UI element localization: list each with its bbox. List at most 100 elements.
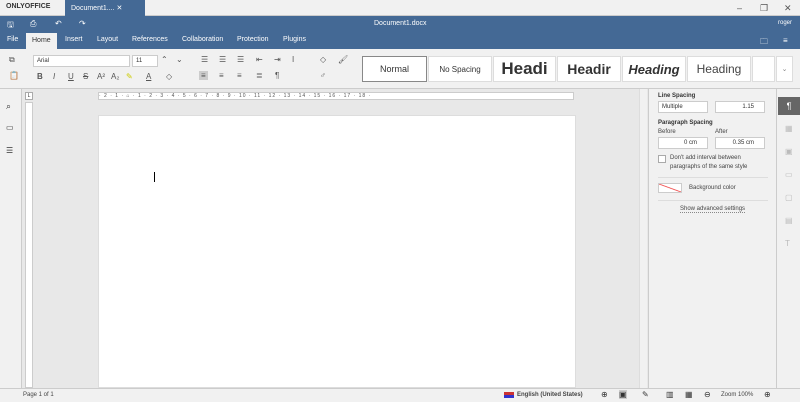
italic-icon[interactable]: I — [53, 72, 55, 81]
shape-settings-icon[interactable]: ▢ — [785, 193, 793, 202]
line-spacing-value[interactable]: 1.15 — [715, 101, 765, 113]
image-settings-icon[interactable]: ▣ — [785, 147, 793, 156]
font-name-select[interactable]: Arial — [33, 55, 130, 67]
minimize-icon[interactable]: – — [737, 3, 742, 13]
document-title: Document1.docx — [374, 20, 427, 27]
close-tab-icon[interactable]: ✕ — [117, 5, 123, 12]
tab-protection[interactable]: Protection — [237, 36, 269, 43]
advanced-settings-link[interactable]: Show advanced settings — [680, 206, 746, 213]
align-right-icon[interactable]: ≡ — [237, 71, 242, 80]
copy-icon[interactable]: ⧉ — [9, 55, 15, 65]
font-size-select[interactable]: 11 — [132, 55, 158, 67]
styles-expand-icon[interactable]: ⌄ — [776, 56, 793, 82]
tab-collaboration[interactable]: Collaboration — [182, 36, 223, 43]
zoom-in-icon[interactable]: ⊕ — [764, 390, 771, 399]
underline-icon[interactable]: U — [68, 72, 74, 81]
no-interval-label: Don't add interval between paragraphs of… — [670, 155, 748, 170]
table-settings-icon[interactable]: ▦ — [785, 124, 793, 133]
close-window-icon[interactable]: ✕ — [784, 3, 792, 14]
vertical-scrollbar[interactable] — [639, 89, 647, 388]
change-case-icon[interactable]: ♂ — [320, 71, 326, 80]
line-spacing-mode-select[interactable]: Multiple — [658, 101, 708, 113]
tab-file[interactable]: File — [7, 36, 18, 43]
tab-plugins[interactable]: Plugins — [283, 36, 306, 43]
header-footer-icon[interactable]: ▭ — [785, 170, 793, 179]
save-icon[interactable]: 🖫 — [7, 19, 14, 33]
tab-layout[interactable]: Layout — [97, 36, 118, 43]
highlight-icon[interactable]: ✎ — [126, 72, 133, 81]
menu-bar: File Home Insert Layout References Colla… — [0, 33, 800, 49]
subscript-icon[interactable]: A₂ — [111, 72, 119, 81]
title-bar: 🖫 ⎙ ↶ ↷ Document1.docx roger — [0, 16, 800, 33]
tab-references[interactable]: References — [132, 36, 168, 43]
document-tab[interactable]: Document1.... ✕ — [65, 0, 145, 16]
language-select[interactable]: English (United States) — [517, 392, 583, 398]
fit-width-icon[interactable]: ▦ — [685, 390, 693, 399]
numbering-icon[interactable]: ☰ — [219, 55, 226, 64]
bullets-icon[interactable]: ☰ — [201, 55, 208, 64]
strikethrough-icon[interactable]: S — [83, 72, 88, 81]
font-color-icon[interactable]: A — [146, 72, 151, 81]
tab-bar: ONLYOFFICE Document1.... ✕ – ❐ ✕ — [0, 0, 800, 16]
paragraph-settings-icon[interactable]: ¶ — [778, 97, 800, 115]
tab-home[interactable]: Home — [26, 33, 57, 49]
superscript-icon[interactable]: A² — [97, 72, 105, 81]
chart-settings-icon[interactable]: ▤ — [785, 216, 793, 225]
line-spacing-icon[interactable]: I — [292, 55, 294, 64]
justify-icon[interactable]: ≣ — [256, 71, 263, 80]
navigation-icon[interactable]: ☰ — [6, 146, 13, 155]
paragraph-marks-icon[interactable]: ¶ — [275, 71, 279, 80]
restore-icon[interactable]: ❐ — [760, 3, 768, 14]
no-interval-checkbox[interactable] — [658, 155, 666, 163]
decrease-indent-icon[interactable]: ⇤ — [256, 55, 263, 64]
spacing-before-input[interactable]: 0 cm — [658, 137, 708, 149]
undo-icon[interactable]: ↶ — [55, 19, 62, 28]
paragraph-settings-panel: Line Spacing Multiple 1.15 Paragraph Spa… — [648, 89, 776, 388]
decrease-font-icon[interactable]: ⌄ — [176, 55, 183, 64]
comments-icon[interactable]: ▭ — [6, 123, 14, 132]
style-empty[interactable] — [752, 56, 775, 82]
tab-stop-icon[interactable]: L — [25, 92, 33, 100]
print-icon[interactable]: ⎙ — [30, 19, 36, 29]
align-center-icon[interactable]: ≡ — [219, 71, 224, 80]
increase-font-icon[interactable]: ⌃ — [161, 55, 168, 64]
spellcheck-icon[interactable]: ▣ — [619, 390, 627, 399]
track-changes-icon[interactable]: ✎ — [642, 390, 649, 399]
horizontal-ruler[interactable]: · 2 · 1 · ⌂ · 1 · 2 · 3 · 4 · 5 · 6 · 7 … — [98, 92, 574, 100]
spacing-after-input[interactable]: 0.35 cm — [715, 137, 765, 149]
clear-style-icon[interactable]: ◇ — [320, 55, 326, 64]
hamburger-menu-icon[interactable]: ≡ — [783, 36, 788, 45]
redo-icon[interactable]: ↷ — [79, 19, 86, 28]
style-heading-1[interactable]: Headi — [493, 56, 556, 82]
fit-page-icon[interactable]: ▥ — [666, 390, 674, 399]
after-label: After — [715, 129, 728, 135]
increase-indent-icon[interactable]: ⇥ — [274, 55, 281, 64]
zoom-out-icon[interactable]: ⊖ — [704, 390, 711, 399]
app-logo: ONLYOFFICE — [6, 3, 51, 10]
search-icon[interactable]: ⌕ — [6, 101, 11, 112]
paste-icon[interactable]: 📋 — [9, 71, 19, 80]
document-page[interactable] — [98, 115, 576, 388]
divider — [658, 177, 768, 178]
style-normal[interactable]: Normal — [362, 56, 427, 82]
open-location-icon[interactable]: 🗀 — [760, 36, 768, 50]
style-no-spacing[interactable]: No Spacing — [428, 56, 492, 82]
status-bar: Page 1 of 1 English (United States) ⊕ ▣ … — [0, 388, 800, 402]
vertical-ruler[interactable] — [25, 102, 33, 388]
left-sidebar: ⌕ ▭ ☰ — [0, 89, 22, 388]
background-color-label: Background color — [689, 185, 736, 191]
document-tab-label: Document1.... — [71, 5, 115, 12]
spellcheck-language-icon[interactable]: ⊕ — [601, 390, 608, 399]
textart-settings-icon[interactable]: T — [785, 239, 790, 248]
style-heading-3[interactable]: Heading — [622, 56, 686, 82]
bold-icon[interactable]: B — [37, 72, 43, 81]
tab-insert[interactable]: Insert — [65, 36, 83, 43]
style-heading-4[interactable]: Heading — [687, 56, 751, 82]
copy-style-icon[interactable]: 🖌 — [338, 55, 348, 64]
divider — [658, 200, 768, 201]
background-color-swatch[interactable] — [658, 183, 682, 193]
multilevel-icon[interactable]: ☰ — [237, 55, 244, 64]
align-left-icon[interactable]: ≡ — [199, 71, 208, 80]
style-heading-2[interactable]: Headir — [557, 56, 621, 82]
shading-icon[interactable]: ◇ — [166, 72, 172, 81]
